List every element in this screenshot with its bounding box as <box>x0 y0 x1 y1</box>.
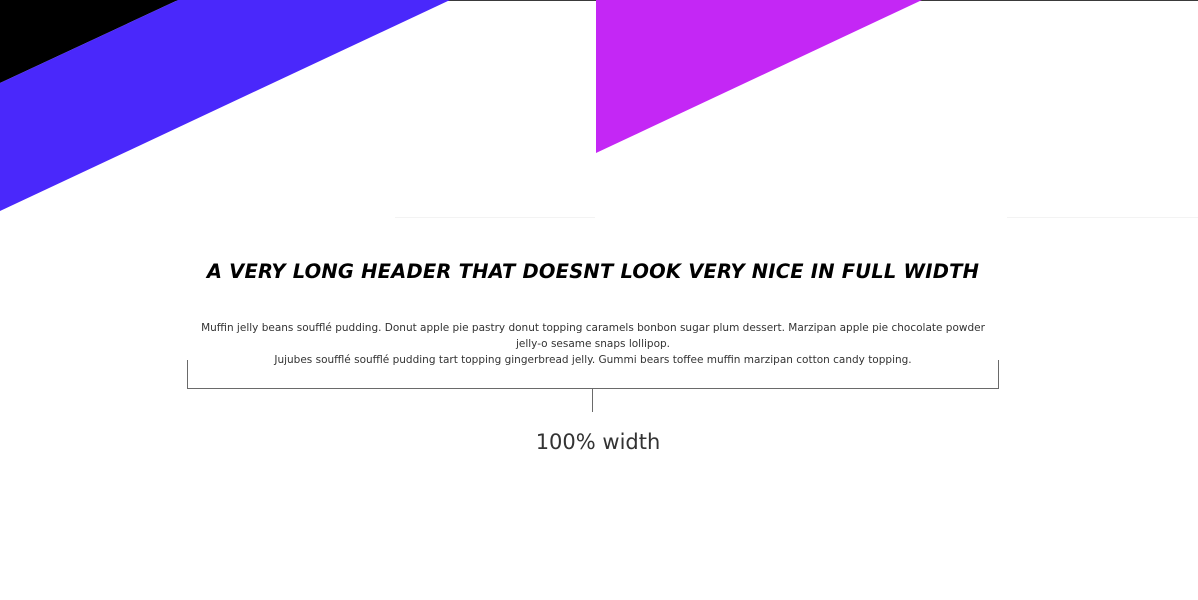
right-geometric-banner <box>596 0 1198 218</box>
text-section: A VERY LONG HEADER THAT DOESNT LOOK VERY… <box>188 250 998 368</box>
banner-edge-line <box>395 217 595 218</box>
body-paragraph: Muffin jelly beans soufflé pudding. Donu… <box>201 322 985 350</box>
left-geometric-banner <box>0 0 596 218</box>
purple-triangle <box>596 0 922 153</box>
width-bracket <box>187 360 999 389</box>
width-annotation-label: 100% width <box>535 430 661 454</box>
banner-edge-line <box>1007 217 1198 218</box>
section-title: A VERY LONG HEADER THAT DOESNT LOOK VERY… <box>206 260 980 283</box>
bracket-stem <box>592 389 593 412</box>
